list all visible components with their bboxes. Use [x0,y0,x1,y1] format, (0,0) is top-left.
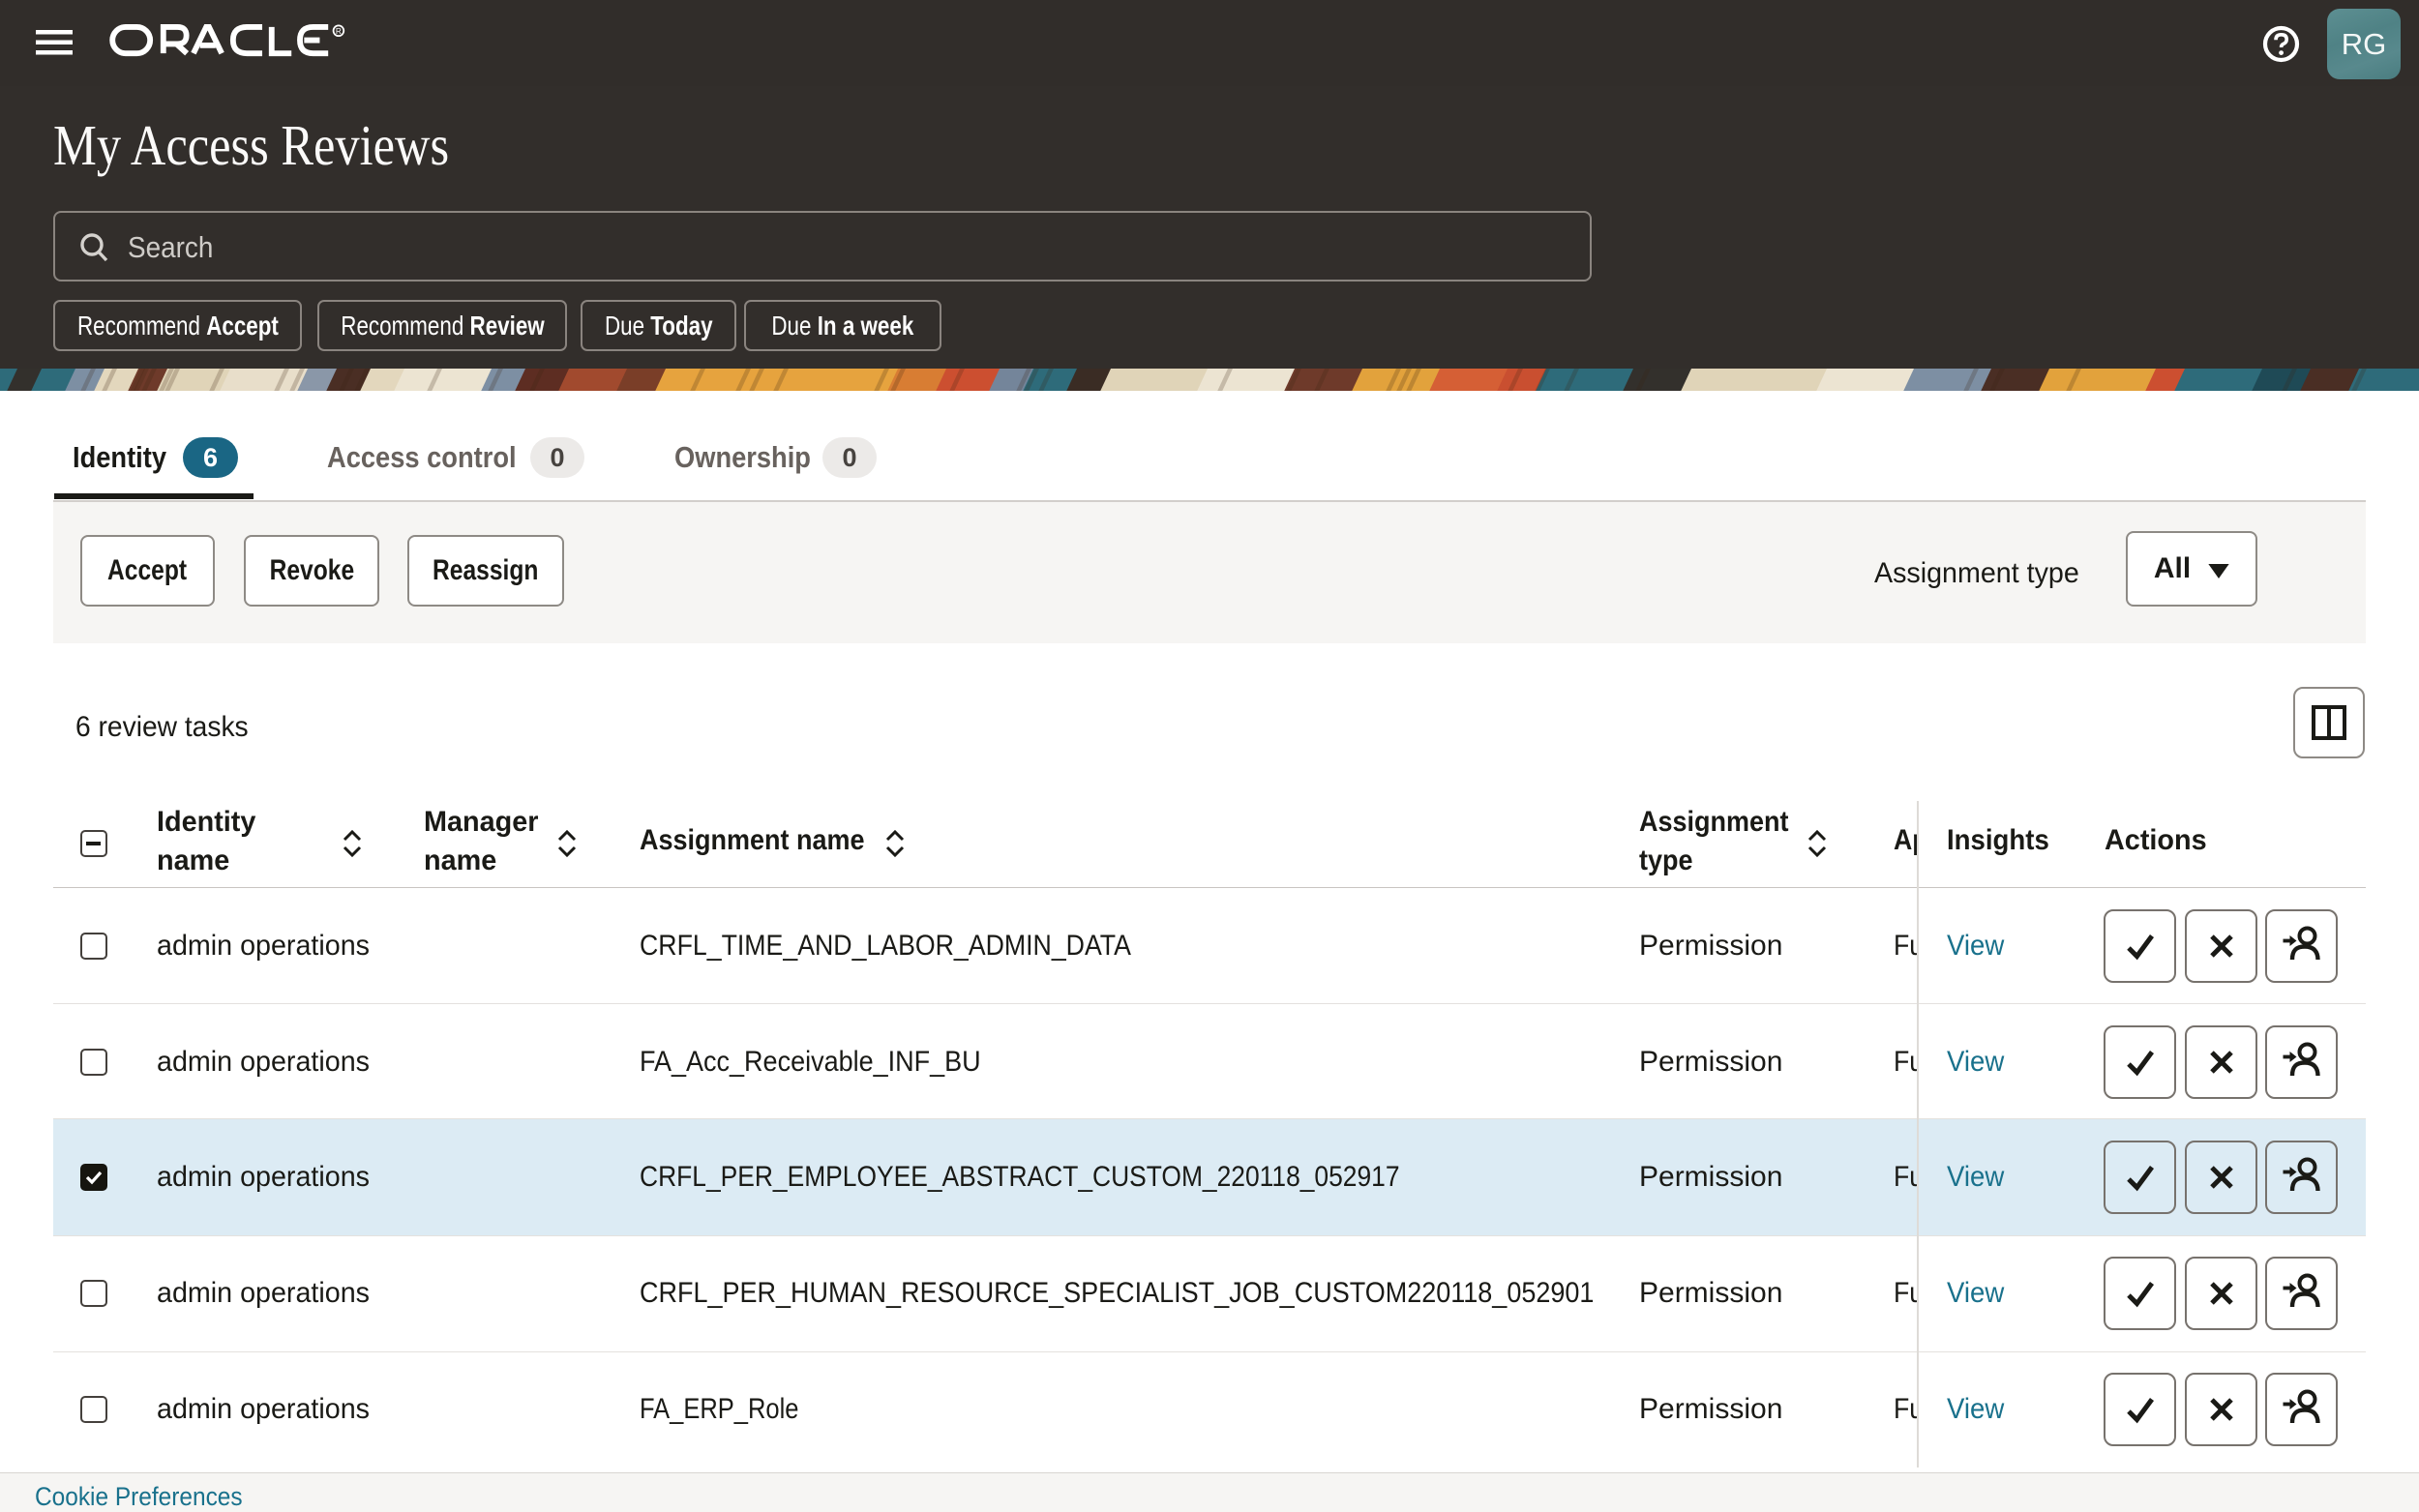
svg-text:R: R [336,27,342,36]
